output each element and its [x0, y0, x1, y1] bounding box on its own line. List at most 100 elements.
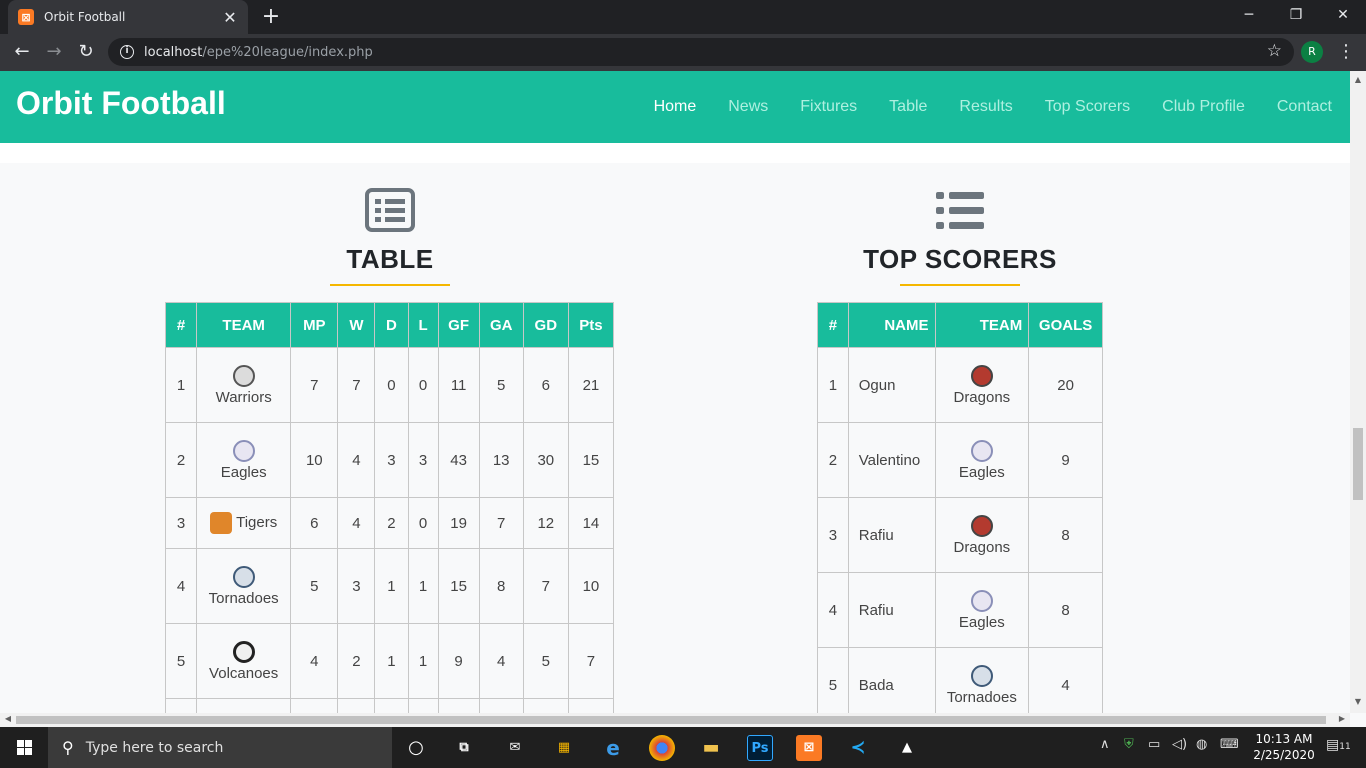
team-name: Eagles — [220, 463, 267, 481]
nav-results[interactable]: Results — [959, 98, 1012, 116]
minimize-icon[interactable]: ─ — [1226, 4, 1272, 26]
battery-icon[interactable]: ▭ — [1148, 737, 1160, 752]
back-arrow-icon[interactable]: ← — [10, 40, 34, 64]
col-team: TEAM — [934, 302, 1030, 348]
nav-top-scorers[interactable]: Top Scorers — [1045, 98, 1130, 116]
cell-d: 2 — [374, 497, 409, 549]
cell-l: 0 — [407, 347, 439, 423]
cell-pts: 21 — [567, 347, 615, 423]
url-text: localhost/epe%20league/index.php — [144, 44, 373, 60]
browser-tab[interactable]: ⊠ Orbit Football ✕ — [8, 0, 248, 34]
taskbar-search-box[interactable]: ⚲ Type here to search — [48, 727, 392, 768]
team-name: Tornadoes — [208, 589, 279, 607]
close-tab-icon[interactable]: ✕ — [222, 8, 238, 27]
vertical-scrollbar[interactable]: ▲ ▼ — [1350, 71, 1366, 713]
cell-gf: 9 — [437, 623, 480, 699]
tray-chevron-icon[interactable]: ∧ — [1100, 737, 1110, 752]
browser-menu-icon[interactable]: ⋮ — [1336, 40, 1356, 64]
forward-arrow-icon[interactable]: → — [42, 40, 66, 64]
site-info-icon[interactable]: i — [120, 45, 134, 59]
scroll-right-icon[interactable]: ▶ — [1334, 714, 1350, 723]
table-heading-underline — [330, 284, 450, 286]
league-table: # TEAM MP W D L GF GA GD Pts 1 Warriors … — [164, 302, 615, 713]
notification-count: 11 — [1339, 742, 1351, 752]
volume-icon[interactable]: ◁) — [1172, 737, 1187, 752]
nav-fixtures[interactable]: Fixtures — [800, 98, 857, 116]
profile-avatar[interactable]: R — [1301, 41, 1323, 63]
col-l: L — [407, 302, 439, 348]
league-table-header-row: # TEAM MP W D L GF GA GD Pts — [164, 302, 615, 348]
team-name: Eagles — [958, 463, 1005, 481]
team-name: Volcanoes — [209, 664, 279, 682]
xampp-icon[interactable]: ⊠ — [796, 735, 822, 761]
address-bar[interactable]: i localhost/epe%20league/index.php ☆ — [108, 38, 1294, 66]
clock-date: 2/25/2020 — [1253, 748, 1315, 762]
cell-pos: 1 — [164, 347, 198, 423]
cell-gf: 11 — [437, 347, 480, 423]
keyboard-icon[interactable]: ⌨ — [1220, 737, 1239, 752]
table-row: 1 Ogun Dragons 20 — [817, 347, 1103, 423]
nav-table[interactable]: Table — [889, 98, 927, 116]
reload-icon[interactable]: ↻ — [74, 40, 98, 64]
cell-l: 3 — [407, 422, 439, 498]
xampp-favicon-icon: ⊠ — [18, 9, 34, 25]
browser-tab-strip: ⊠ Orbit Football ✕ + ─ ❐ ✕ — [0, 0, 1366, 34]
site-navbar: Orbit Football Home News Fixtures Table … — [0, 71, 1350, 143]
cell-d: 1 — [374, 623, 409, 699]
cell-pts: 7 — [567, 623, 615, 699]
cell-mp: 6 — [290, 497, 339, 549]
close-window-icon[interactable]: ✕ — [1320, 4, 1366, 26]
new-tab-button[interactable]: + — [258, 4, 284, 30]
col-gd: GD — [522, 302, 569, 348]
restore-icon[interactable]: ❐ — [1273, 4, 1319, 26]
windows-logo-icon — [16, 740, 32, 755]
network-globe-icon[interactable]: ◍ — [1196, 737, 1207, 752]
col-d: D — [374, 302, 409, 348]
cell-team: Eagles — [196, 422, 292, 498]
horizontal-scrollbar[interactable]: ◀ ▶ — [0, 713, 1350, 727]
defender-icon[interactable]: ⛨ — [1124, 737, 1134, 752]
action-center-icon[interactable]: ▤11 — [1326, 737, 1351, 753]
site-brand[interactable]: Orbit Football — [16, 85, 226, 122]
cell-team: Warriors — [196, 347, 292, 423]
nav-club-profile[interactable]: Club Profile — [1162, 98, 1245, 116]
cell-ga: 13 — [478, 422, 524, 498]
top-scorers-heading: TOP SCORERS — [863, 244, 1057, 274]
scroll-left-icon[interactable]: ◀ — [0, 714, 16, 723]
vscode-icon[interactable]: ≺ — [845, 735, 871, 761]
nav-news[interactable]: News — [728, 98, 768, 116]
cell-name: Rafiu — [847, 497, 936, 573]
cell-empty — [437, 698, 480, 713]
bookmark-star-icon[interactable]: ☆ — [1267, 41, 1282, 61]
cell-team: Tornadoes — [196, 548, 292, 624]
photos-icon[interactable]: ▲ — [894, 735, 920, 761]
scroll-down-icon[interactable]: ▼ — [1350, 697, 1366, 706]
taskbar-clock[interactable]: 10:13 AM 2/25/2020 — [1248, 731, 1320, 763]
edge-icon[interactable]: e — [600, 735, 626, 761]
cell-name: Valentino — [847, 422, 936, 498]
cell-pos: 2 — [817, 422, 849, 498]
cell-gd: 6 — [522, 347, 569, 423]
store-icon[interactable]: ▦ — [551, 735, 577, 761]
cortana-icon[interactable]: ○ — [403, 735, 429, 761]
cell-gd: 12 — [522, 497, 569, 549]
cell-goals: 8 — [1028, 497, 1103, 573]
chrome-icon[interactable] — [649, 735, 675, 761]
mail-icon[interactable]: ✉ — [502, 735, 528, 761]
cell-w: 4 — [337, 422, 376, 498]
horizontal-scroll-thumb[interactable] — [16, 716, 1326, 724]
cell-gf: 15 — [437, 548, 480, 624]
start-button[interactable] — [0, 727, 48, 768]
task-view-icon[interactable]: ⧉ — [451, 735, 477, 761]
scroll-up-icon[interactable]: ▲ — [1350, 75, 1366, 84]
cell-d: 1 — [374, 548, 409, 624]
cell-pos: 4 — [817, 572, 849, 648]
nav-home[interactable]: Home — [654, 98, 697, 116]
photoshop-icon[interactable]: Ps — [747, 735, 773, 761]
nav-contact[interactable]: Contact — [1277, 98, 1332, 116]
cell-empty — [164, 698, 198, 713]
cell-gf: 19 — [437, 497, 480, 549]
col-pos: # — [164, 302, 198, 348]
vertical-scroll-thumb[interactable] — [1353, 428, 1363, 500]
file-explorer-icon[interactable]: ▬ — [698, 735, 724, 761]
